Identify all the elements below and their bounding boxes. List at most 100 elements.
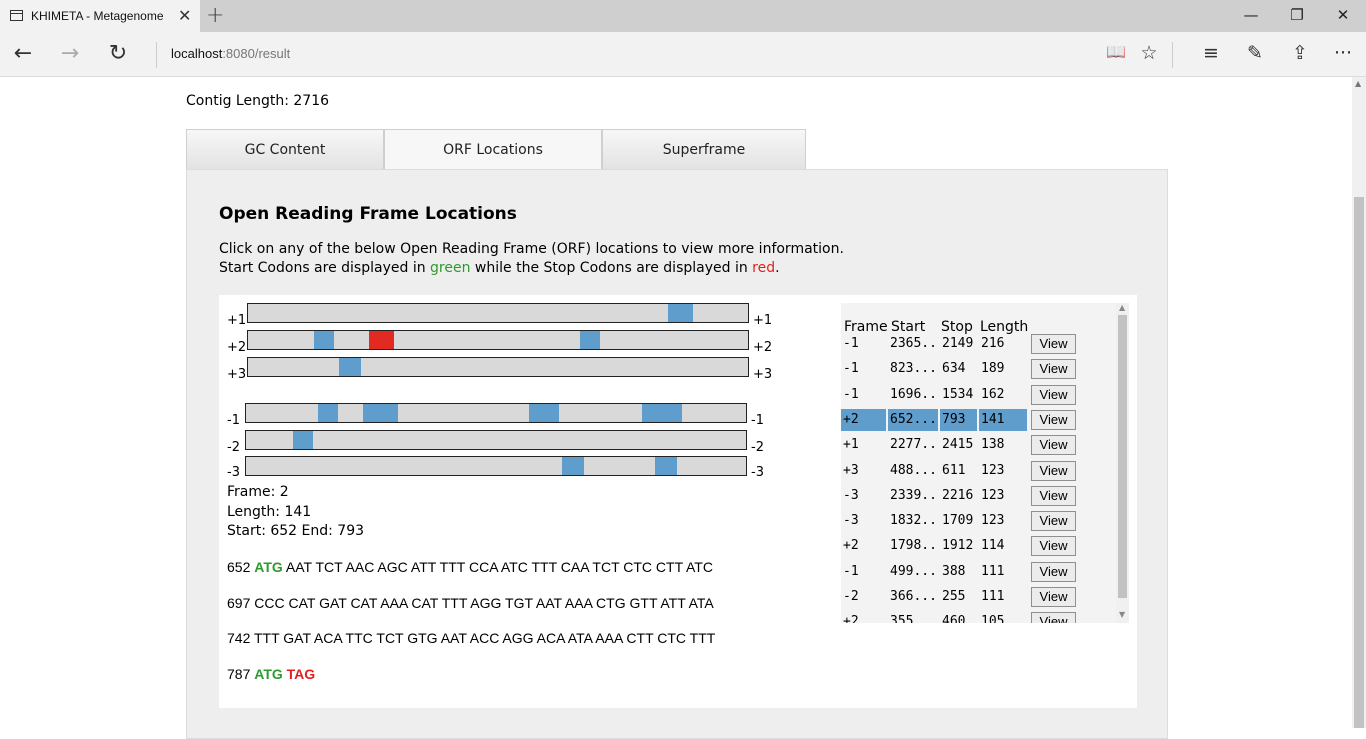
- cell-start: 499...: [890, 563, 937, 579]
- orf-block[interactable]: [363, 404, 398, 422]
- cell-stop: 1709: [942, 513, 974, 529]
- orf-block[interactable]: [580, 331, 600, 349]
- table-row[interactable]: +1 2277...2415 138 View: [841, 434, 1116, 456]
- orf-block[interactable]: [339, 358, 361, 376]
- page-content: Contig Length: 2716 GC Content ORF Locat…: [0, 77, 1352, 739]
- table-row[interactable]: +3 488... 611 123 View: [841, 460, 1116, 482]
- view-button[interactable]: View: [1031, 334, 1076, 354]
- frame-track-plus3: [247, 357, 749, 377]
- web-note-icon[interactable]: ✎: [1241, 42, 1269, 64]
- cell-length: 123: [981, 462, 1005, 478]
- orf-block[interactable]: [529, 404, 559, 422]
- cell-length: 123: [981, 487, 1005, 503]
- orf-table: Frame Start Stop Length -12365...2149216…: [841, 303, 1129, 623]
- table-row[interactable]: +2 652... 793 141 View: [841, 408, 1116, 431]
- start-codon: ATG: [254, 666, 283, 682]
- back-button[interactable]: ←: [8, 41, 38, 66]
- cell-frame: +3: [843, 462, 859, 478]
- orf-block[interactable]: [562, 457, 584, 475]
- reading-view-icon[interactable]: 📖: [1102, 42, 1130, 61]
- view-button[interactable]: View: [1031, 460, 1076, 481]
- view-button[interactable]: View: [1031, 409, 1076, 430]
- frame-label-minus3-right: -3: [751, 465, 764, 480]
- cell-start: 652...: [888, 408, 938, 431]
- view-button[interactable]: View: [1031, 435, 1076, 456]
- cell-stop: 388: [942, 563, 966, 579]
- browser-tab[interactable]: KHIMETA - Metagenome ✕: [0, 0, 200, 32]
- cell-start: 2339...: [890, 487, 938, 503]
- orf-viewer: +1 +1 +2 +2 +3 +3 -1 -1 -2 -2 -3 -3 Fram…: [219, 295, 1137, 708]
- hub-icon[interactable]: ≡: [1197, 42, 1225, 64]
- cell-frame: -3: [843, 513, 859, 529]
- more-icon[interactable]: ···: [1329, 42, 1357, 64]
- orf-block[interactable]: [293, 431, 313, 449]
- table-row[interactable]: -3 1832...1709 123 View: [841, 510, 1116, 532]
- seq-position: 652: [227, 559, 251, 575]
- orf-block[interactable]: [655, 457, 677, 475]
- detail-length: Length: 141: [227, 504, 312, 520]
- table-scrollbar[interactable]: ▲ ▼: [1116, 303, 1129, 623]
- table-row[interactable]: -2 366... 255 111 View: [841, 586, 1116, 608]
- view-button[interactable]: View: [1031, 612, 1076, 623]
- table-row[interactable]: -1 1696...1534 162 View: [841, 384, 1116, 406]
- orf-block[interactable]: [314, 331, 334, 349]
- seq-position: 787: [227, 666, 251, 682]
- view-button[interactable]: View: [1031, 485, 1076, 506]
- restore-button[interactable]: ❐: [1282, 6, 1312, 24]
- page-scrollbar[interactable]: ▲: [1352, 77, 1366, 728]
- frame-label-minus1-right: -1: [751, 413, 764, 428]
- address-bar[interactable]: localhost:8080/result: [171, 46, 290, 61]
- stop-codon: TAG: [286, 666, 316, 682]
- selected-orf-block[interactable]: [369, 331, 394, 349]
- page-icon: [10, 10, 23, 21]
- cell-stop: 793: [940, 408, 977, 431]
- orf-block[interactable]: [642, 404, 682, 422]
- address-host: localhost: [171, 46, 223, 61]
- table-row[interactable]: -1 2365... 2149 216 View: [841, 333, 1116, 355]
- share-icon[interactable]: ⇪: [1286, 42, 1314, 64]
- forward-button[interactable]: →: [55, 41, 85, 66]
- frame-label-plus2-left: +2: [227, 340, 247, 355]
- cell-length: 111: [981, 563, 1005, 579]
- table-row[interactable]: +2 1798...1912 114 View: [841, 535, 1116, 557]
- tab-gc-content[interactable]: GC Content: [186, 129, 384, 171]
- new-tab-button[interactable]: +: [206, 3, 224, 28]
- page-scroll-thumb[interactable]: [1354, 197, 1364, 728]
- favorite-star-icon[interactable]: ☆: [1135, 42, 1163, 64]
- minimize-button[interactable]: —: [1236, 6, 1266, 24]
- tab-title: KHIMETA - Metagenome: [31, 9, 164, 23]
- refresh-button[interactable]: ↻: [103, 41, 133, 66]
- orf-block[interactable]: [668, 304, 693, 322]
- cell-stop: 1534: [942, 386, 974, 402]
- cell-start: 1798...: [890, 538, 938, 554]
- frame-track-plus2: [247, 330, 749, 350]
- close-tab-icon[interactable]: ✕: [178, 6, 191, 26]
- browser-toolbar: ← → ↻ localhost:8080/result 📖 ☆ ≡ ✎ ⇪ ··…: [0, 32, 1366, 77]
- seq-codons: AAT TCT AAC AGC ATT TTT CCA ATC TTT CAA …: [282, 559, 713, 575]
- scroll-thumb[interactable]: [1118, 315, 1127, 598]
- cell-frame: -1: [843, 386, 859, 402]
- view-button[interactable]: View: [1031, 359, 1076, 380]
- view-button[interactable]: View: [1031, 511, 1076, 532]
- scroll-down-icon[interactable]: ▼: [1119, 610, 1125, 619]
- cell-start: 355...: [890, 614, 937, 623]
- view-button[interactable]: View: [1031, 536, 1076, 557]
- table-row[interactable]: -1 499... 388 111 View: [841, 561, 1116, 583]
- tab-superframe[interactable]: Superframe: [602, 129, 806, 171]
- view-button[interactable]: View: [1031, 561, 1076, 582]
- table-row[interactable]: -3 2339...2216 123 View: [841, 485, 1116, 507]
- cell-start: 2365...: [890, 336, 938, 351]
- view-button[interactable]: View: [1031, 587, 1076, 607]
- table-row[interactable]: -1 823... 634 189 View: [841, 358, 1116, 380]
- page-scroll-up-icon[interactable]: ▲: [1355, 79, 1361, 88]
- cell-start: 823...: [890, 361, 937, 377]
- scroll-up-icon[interactable]: ▲: [1119, 303, 1125, 312]
- cell-stop: 460: [942, 614, 966, 623]
- close-window-button[interactable]: ✕: [1328, 6, 1358, 24]
- table-row[interactable]: +2 355... 460 105 View: [841, 611, 1116, 623]
- cell-start: 488...: [890, 462, 937, 478]
- view-button[interactable]: View: [1031, 384, 1076, 405]
- frame-track-minus1: [245, 403, 747, 423]
- tab-orf-locations[interactable]: ORF Locations: [384, 129, 602, 171]
- orf-block[interactable]: [318, 404, 338, 422]
